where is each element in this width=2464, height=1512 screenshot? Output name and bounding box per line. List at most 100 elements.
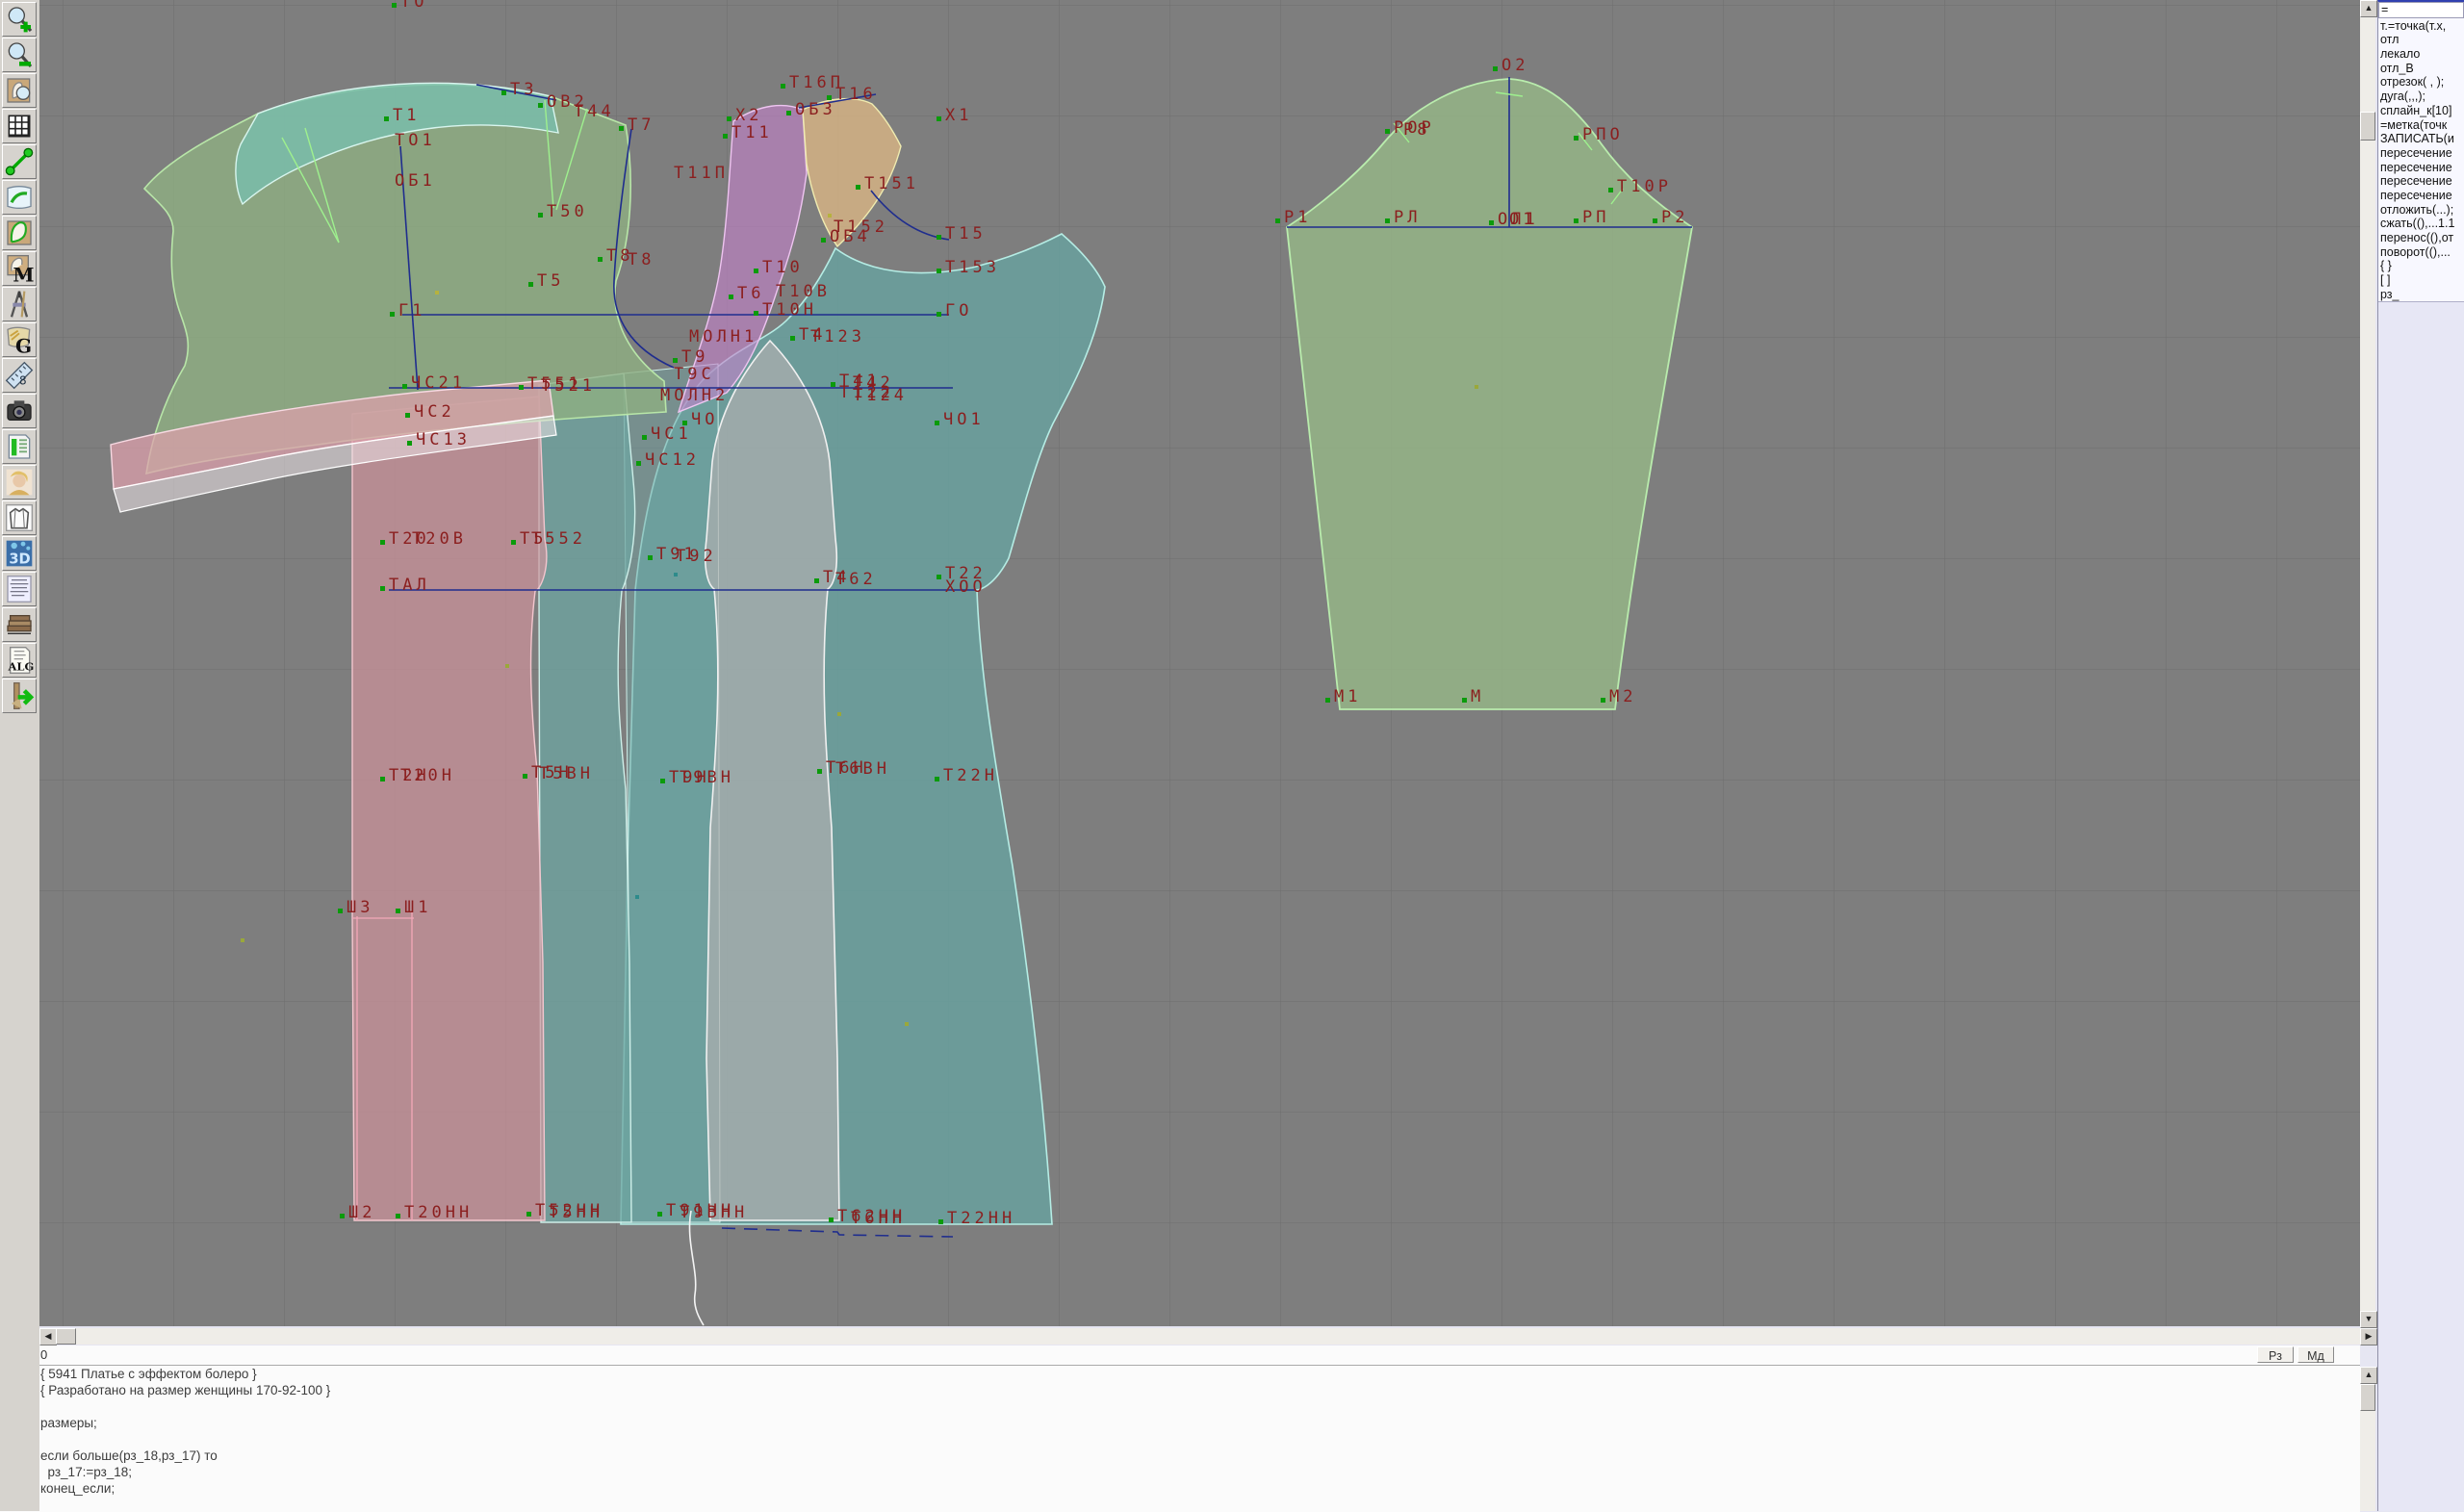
function-list-item[interactable]: пересечение [2378, 174, 2464, 189]
pattern-point[interactable] [538, 213, 543, 218]
pattern-point[interactable] [937, 575, 941, 579]
canvas-vscroll-thumb[interactable] [2360, 112, 2375, 141]
pattern-point[interactable] [1574, 136, 1578, 141]
compass-icon[interactable] [2, 287, 37, 321]
exit-icon[interactable] [2, 679, 37, 713]
pattern-point[interactable] [1325, 698, 1330, 703]
editor-line[interactable]: размеры; [40, 1415, 2360, 1431]
pattern-point[interactable] [619, 126, 624, 131]
function-list-item[interactable]: отл_В [2378, 62, 2464, 76]
camera-icon[interactable] [2, 394, 37, 428]
pattern-point[interactable] [786, 111, 791, 115]
function-list-item[interactable]: поворот((),... [2378, 245, 2464, 260]
pattern-point[interactable] [501, 90, 506, 95]
pattern-canvas[interactable]: ТОТ1ТО1Т3ОВ2Т44Т7Т11ПОБ1Т50Т8Т8Т5Г1Т16ПТ… [39, 0, 2360, 1326]
editor-line[interactable]: конец_если; [40, 1480, 2360, 1497]
function-list-item[interactable]: ЗАПИСАТЬ(и [2378, 132, 2464, 146]
pattern-point[interactable] [937, 312, 941, 317]
pattern-point[interactable] [660, 779, 665, 783]
pattern-point[interactable] [814, 578, 819, 583]
pattern-point[interactable] [938, 1219, 943, 1224]
pattern-point[interactable] [1489, 220, 1494, 225]
function-list-item[interactable]: лекало [2378, 47, 2464, 62]
pattern-point[interactable] [817, 769, 822, 774]
pattern-point[interactable] [754, 311, 758, 316]
function-list-item[interactable]: = [2378, 2, 2464, 18]
editor-vscroll-thumb[interactable] [2360, 1384, 2375, 1411]
three-d-view-icon[interactable]: 3D [2, 536, 37, 571]
pattern-point[interactable] [1385, 218, 1390, 223]
pattern-point[interactable] [511, 540, 516, 545]
pattern-point[interactable] [598, 257, 603, 262]
pattern-point[interactable] [526, 1212, 531, 1217]
pattern-point[interactable] [392, 3, 397, 8]
pattern-point[interactable] [648, 555, 653, 560]
function-list-item[interactable]: отрезок( , ); [2378, 75, 2464, 90]
pattern-point[interactable] [937, 269, 941, 273]
size-table-icon[interactable] [2, 429, 37, 464]
algorithm-icon[interactable]: ALG [2, 643, 37, 678]
rz-button[interactable]: Рз [2257, 1346, 2294, 1363]
text-document-icon[interactable] [2, 572, 37, 606]
function-list-item[interactable]: рз_ [2378, 288, 2464, 302]
function-list-item[interactable]: дуга(,,,); [2378, 90, 2464, 104]
pattern-point[interactable] [937, 116, 941, 121]
canvas-hscrollbar[interactable]: ◀ ▶ [39, 1328, 2375, 1345]
editor-line[interactable]: { 5941 Платье с эффектом болеро } [40, 1366, 2360, 1382]
pattern-point[interactable] [1462, 698, 1467, 703]
piece-skirt-panel-a[interactable] [539, 373, 635, 1222]
function-list-item[interactable]: отложить(...); [2378, 203, 2464, 218]
pattern-point[interactable] [380, 586, 385, 591]
function-list[interactable]: =т.=точка(т.х,отллекалоотл_Вотрезок( , )… [2378, 2, 2464, 302]
pattern-point[interactable] [831, 382, 835, 387]
pattern-point[interactable] [781, 84, 785, 89]
pattern-point[interactable] [790, 336, 795, 341]
pattern-point[interactable] [1608, 188, 1613, 192]
pattern-point[interactable] [642, 435, 647, 440]
pattern-point[interactable] [636, 461, 641, 466]
pattern-point[interactable] [1601, 698, 1605, 703]
pattern-point[interactable] [935, 777, 939, 782]
pattern-point[interactable] [723, 134, 728, 139]
pattern-point[interactable] [657, 1212, 662, 1217]
m-document-icon[interactable]: M [2, 251, 37, 286]
pattern-point[interactable] [384, 116, 389, 121]
pattern-point[interactable] [1493, 66, 1498, 71]
pattern-point[interactable] [829, 1217, 834, 1222]
editor-vscrollbar[interactable]: ▲ [2360, 1367, 2375, 1511]
pattern-preview-icon[interactable] [2, 73, 37, 108]
pattern-point[interactable] [338, 909, 343, 913]
function-list-item[interactable]: пересечение [2378, 146, 2464, 161]
function-list-item[interactable]: =метка(точк [2378, 118, 2464, 133]
zoom-in-icon[interactable] [2, 2, 37, 37]
zoom-out-icon[interactable] [2, 38, 37, 72]
function-list-item[interactable]: т.=точка(т.х, [2378, 19, 2464, 34]
pattern-point[interactable] [523, 774, 527, 779]
editor-line[interactable]: рз_17:=рз_18; [40, 1464, 2360, 1480]
pattern-point[interactable] [405, 413, 410, 418]
md-button[interactable]: Мд [2297, 1346, 2334, 1363]
model-photo-icon[interactable] [2, 465, 37, 500]
pattern-point[interactable] [673, 358, 678, 363]
garment-sketch-icon[interactable] [2, 500, 37, 535]
pattern-point[interactable] [937, 235, 941, 240]
g-document-icon[interactable]: G [2, 322, 37, 357]
function-list-item[interactable]: перенос((),от [2378, 231, 2464, 245]
pattern-point[interactable] [380, 777, 385, 782]
canvas-vscrollbar[interactable]: ▲ ▼ [2360, 0, 2375, 1326]
function-list-item[interactable]: пересечение [2378, 161, 2464, 175]
pattern-point[interactable] [935, 421, 939, 425]
pattern-point[interactable] [407, 441, 412, 446]
editor-scroll-up-icon[interactable]: ▲ [2360, 1367, 2377, 1384]
pattern-piece-icon[interactable] [2, 216, 37, 250]
pattern-drawing[interactable]: ТОТ1ТО1Т3ОВ2Т44Т7Т11ПОБ1Т50Т8Т8Т5Г1Т16ПТ… [39, 0, 2360, 1326]
pattern-point[interactable] [729, 295, 733, 299]
function-list-item[interactable]: [ ] [2378, 273, 2464, 288]
grid-icon[interactable] [2, 109, 37, 143]
editor-line[interactable] [40, 1431, 2360, 1448]
function-list-item[interactable]: сжать((),...1.1 [2378, 217, 2464, 231]
scroll-up-icon[interactable]: ▲ [2360, 0, 2377, 17]
scroll-left-icon[interactable]: ◀ [39, 1328, 57, 1345]
pattern-point[interactable] [727, 116, 732, 121]
measure-segment-icon[interactable] [2, 144, 37, 179]
